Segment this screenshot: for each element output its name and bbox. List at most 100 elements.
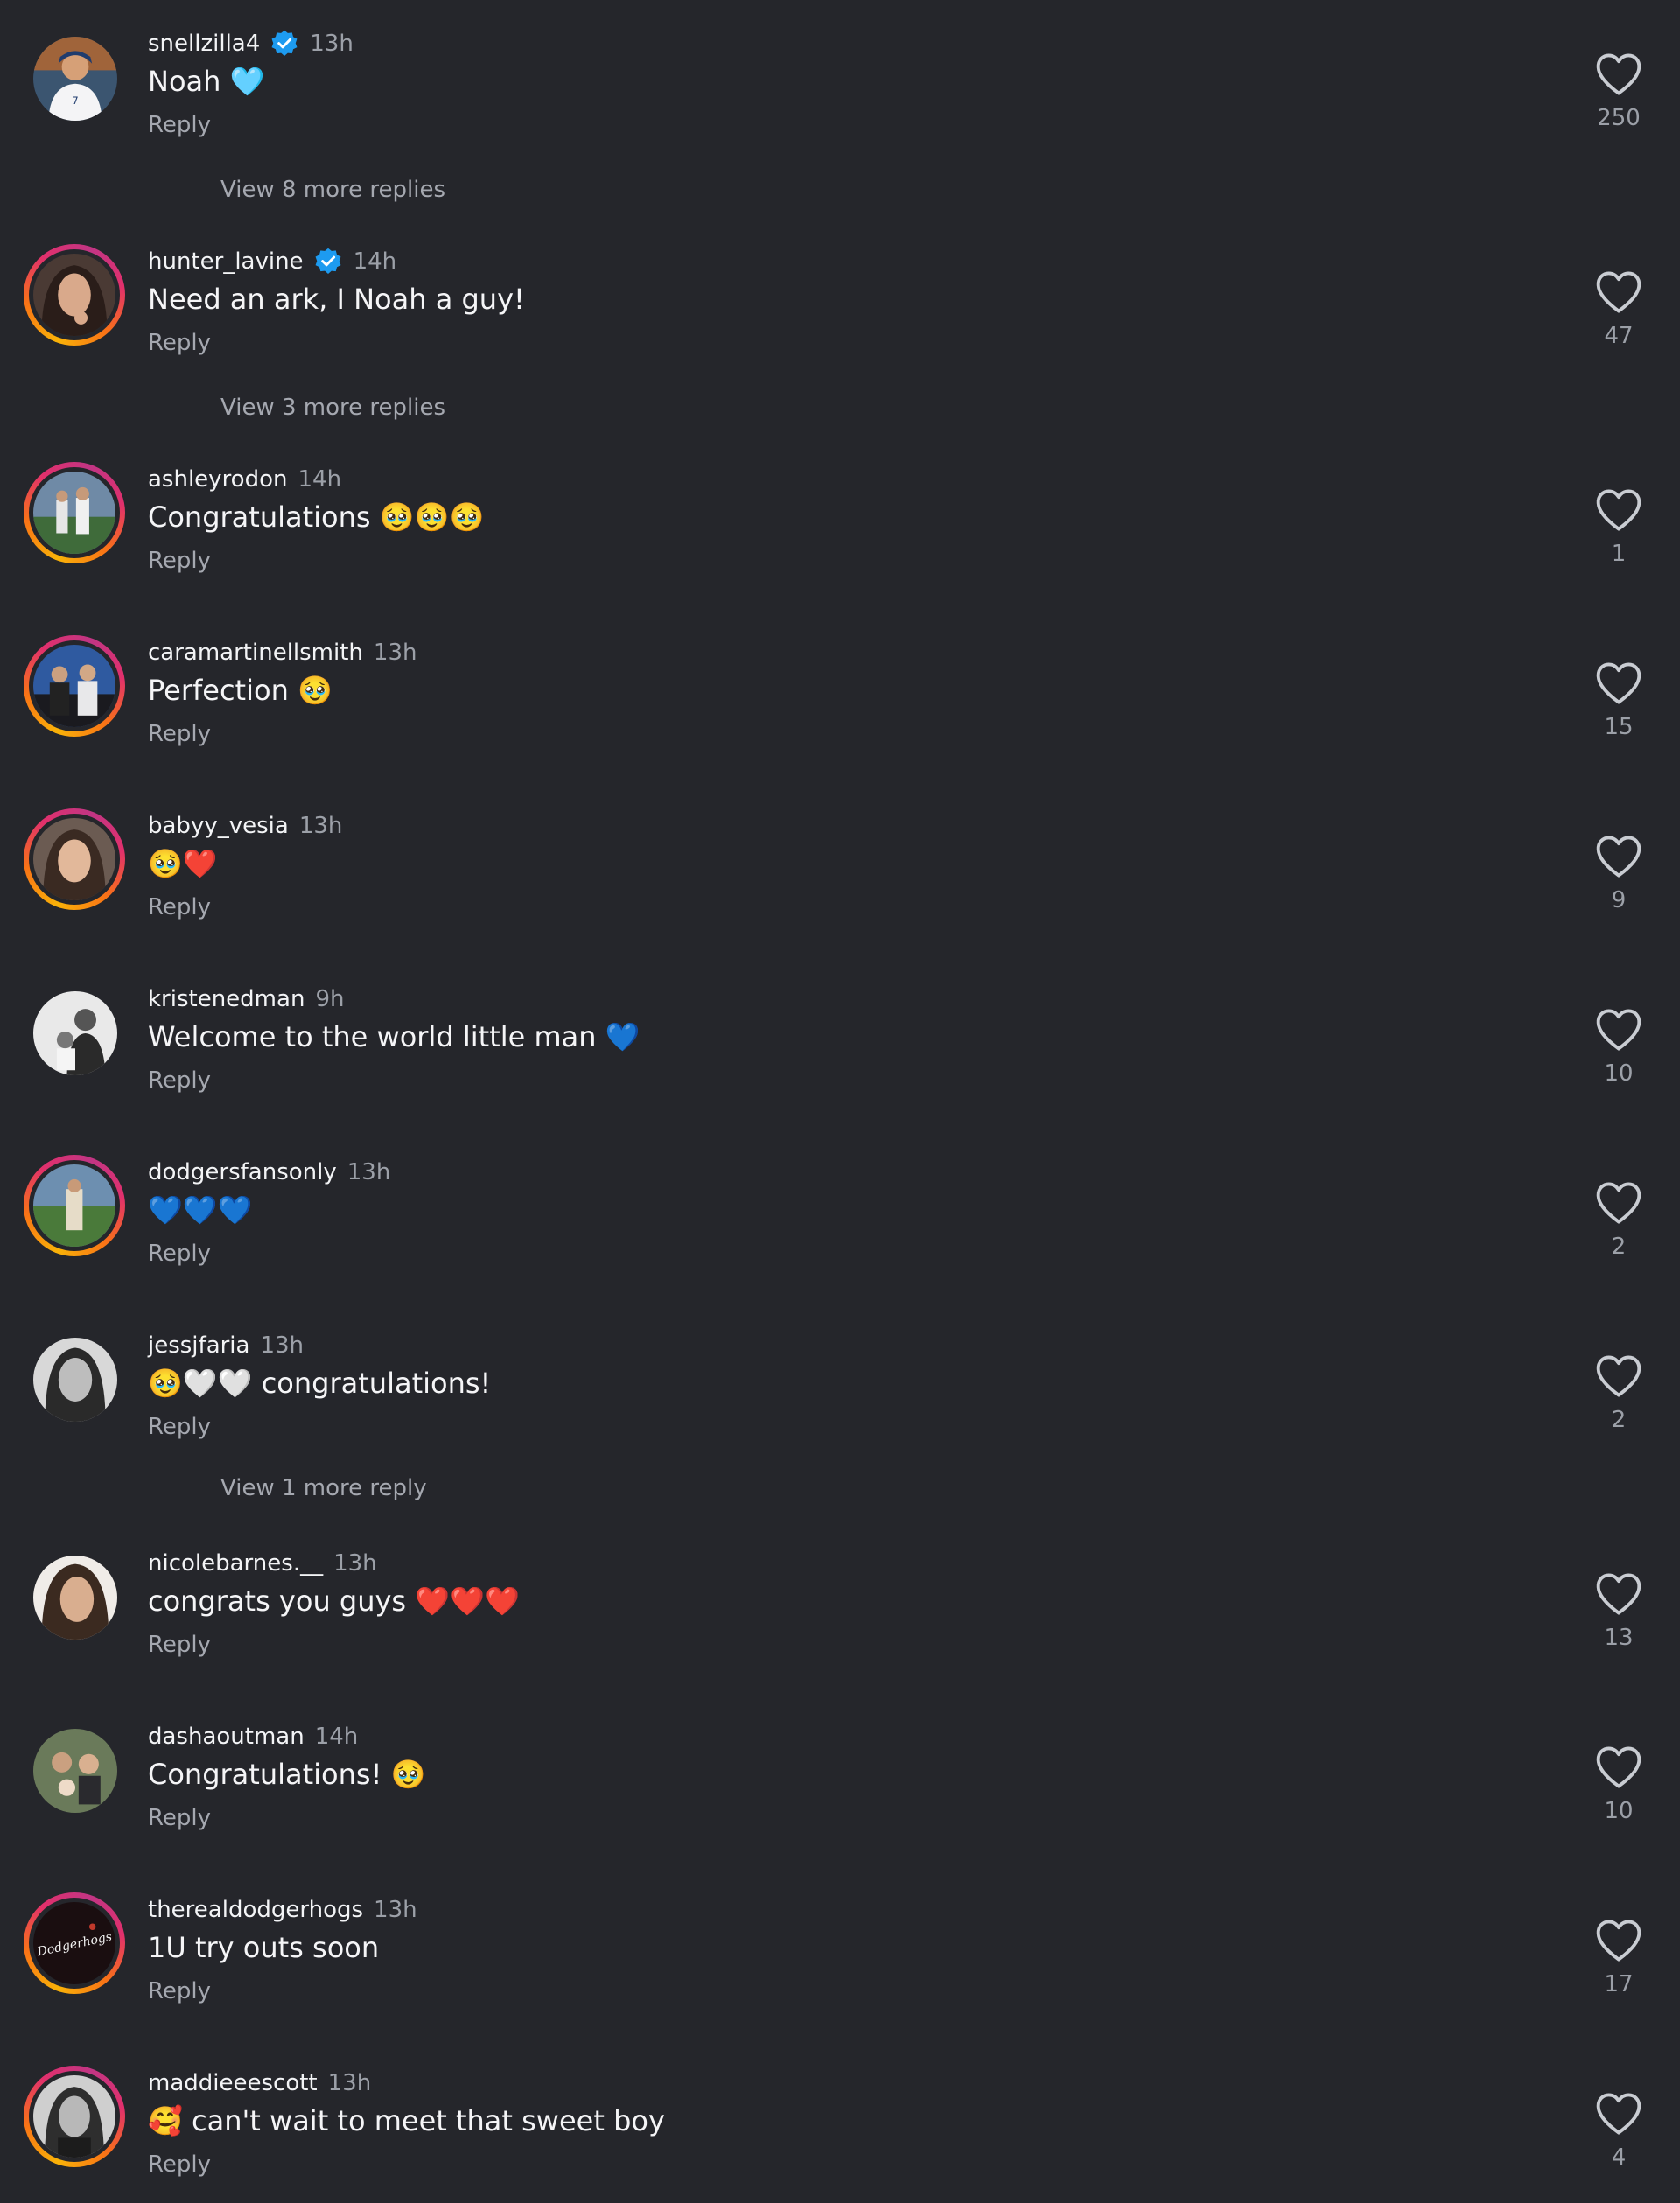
comment-text: Perfection 🥹: [148, 674, 332, 707]
comment-header: maddieeescott 13h: [148, 2066, 371, 2101]
avatar[interactable]: [24, 2066, 125, 2167]
comment-text: Congratulations 🥹🥹🥹: [148, 500, 485, 534]
comment-header: nicolebarnes.__ 13h: [148, 1546, 377, 1581]
comment-header: dodgersfansonly 13h: [148, 1155, 390, 1190]
heart-icon[interactable]: [1594, 1354, 1643, 1398]
avatar[interactable]: 7: [33, 37, 117, 121]
comment-item: jessjfaria 13h 🥹🤍🤍 congratulations! Repl…: [0, 1328, 1680, 1503]
heart-icon[interactable]: [1594, 835, 1643, 878]
verified-badge-icon: [270, 29, 299, 59]
username[interactable]: caramartinellsmith: [148, 640, 363, 666]
comment-item: nicolebarnes.__ 13h congrats you guys ❤️…: [0, 1546, 1680, 1677]
reply-button[interactable]: Reply: [148, 548, 211, 574]
username[interactable]: nicolebarnes.__: [148, 1550, 323, 1577]
heart-icon[interactable]: [1594, 488, 1643, 532]
timestamp: 13h: [260, 1332, 304, 1359]
timestamp: 13h: [374, 1897, 417, 1923]
timestamp: 13h: [333, 1550, 377, 1577]
like-count: 13: [1604, 1625, 1634, 1651]
username[interactable]: babyy_vesia: [148, 813, 289, 839]
view-more-replies-button[interactable]: View 1 more reply: [220, 1475, 427, 1501]
comment-header: ashleyrodon 14h: [148, 462, 341, 497]
comment-text: 💙💙💙: [148, 1193, 253, 1227]
timestamp: 13h: [298, 813, 343, 839]
username[interactable]: ashleyrodon: [148, 466, 287, 493]
avatar[interactable]: [24, 244, 125, 346]
like-count: 10: [1604, 1060, 1634, 1087]
comment-header: jessjfaria 13h: [148, 1328, 304, 1363]
reply-button[interactable]: Reply: [148, 2151, 211, 2178]
reply-button[interactable]: Reply: [148, 721, 211, 747]
like-count: 15: [1604, 714, 1634, 740]
heart-icon[interactable]: [1594, 1919, 1643, 1962]
comment-item: dashaoutman 14h Congratulations! 🥹 Reply…: [0, 1719, 1680, 1850]
reply-button[interactable]: Reply: [148, 1632, 211, 1658]
avatar[interactable]: [24, 635, 125, 737]
comment-header: kristenedman 9h: [148, 982, 344, 1017]
avatar[interactable]: [33, 1338, 117, 1422]
avatar[interactable]: [24, 462, 125, 563]
username[interactable]: hunter_lavine: [148, 248, 304, 275]
reply-button[interactable]: Reply: [148, 1067, 211, 1094]
username[interactable]: therealdodgerhogs: [148, 1897, 363, 1923]
comment-header: snellzilla4 13h: [148, 26, 354, 61]
username[interactable]: dodgersfansonly: [148, 1159, 337, 1185]
like-count: 2: [1611, 1407, 1627, 1433]
comment-item: babyy_vesia 13h 🥹❤️ Reply 9: [0, 808, 1680, 940]
heart-icon[interactable]: [1594, 661, 1643, 705]
timestamp: 13h: [310, 31, 354, 57]
avatar[interactable]: [24, 1155, 125, 1256]
like-count: 10: [1604, 1798, 1634, 1824]
timestamp: 13h: [373, 640, 417, 666]
svg-text:7: 7: [72, 94, 78, 107]
heart-icon[interactable]: [1594, 52, 1643, 96]
reply-button[interactable]: Reply: [148, 1978, 211, 2004]
username[interactable]: dashaoutman: [148, 1724, 304, 1750]
reply-button[interactable]: Reply: [148, 1241, 211, 1267]
username[interactable]: kristenedman: [148, 986, 304, 1012]
avatar[interactable]: [24, 808, 125, 910]
timestamp: 14h: [298, 466, 342, 493]
avatar[interactable]: [33, 991, 117, 1075]
avatar[interactable]: [33, 1556, 117, 1640]
username[interactable]: snellzilla4: [148, 31, 260, 57]
like-count: 47: [1604, 323, 1634, 349]
comment-text: Congratulations! 🥹: [148, 1758, 426, 1791]
like-count: 1: [1611, 541, 1627, 567]
username[interactable]: maddieeescott: [148, 2070, 318, 2096]
heart-icon[interactable]: [1594, 1745, 1643, 1789]
reply-button[interactable]: Reply: [148, 1805, 211, 1831]
comment-text: 🥹❤️: [148, 847, 218, 880]
username[interactable]: jessjfaria: [148, 1332, 249, 1359]
like-count: 4: [1611, 2144, 1627, 2171]
comment-item: dodgersfansonly 13h 💙💙💙 Reply 2: [0, 1155, 1680, 1286]
comment-text: 🥰 can't wait to meet that sweet boy: [148, 2104, 665, 2137]
comment-header: babyy_vesia 13h: [148, 808, 342, 843]
comment-item: ashleyrodon 14h Congratulations 🥹🥹🥹 Repl…: [0, 462, 1680, 593]
like-count: 9: [1611, 887, 1627, 913]
heart-icon[interactable]: [1594, 1181, 1643, 1225]
heart-icon[interactable]: [1594, 2092, 1643, 2136]
heart-icon[interactable]: [1594, 1008, 1643, 1052]
comment-header: hunter_lavine 14h: [148, 244, 396, 279]
reply-button[interactable]: Reply: [148, 1414, 211, 1440]
comment-header: dashaoutman 14h: [148, 1719, 358, 1754]
like-count: 2: [1611, 1234, 1627, 1260]
heart-icon[interactable]: [1594, 1572, 1643, 1616]
reply-button[interactable]: Reply: [148, 894, 211, 920]
verified-badge-icon: [313, 247, 343, 276]
avatar[interactable]: [33, 1729, 117, 1813]
comment-item: hunter_lavine 14h Need an ark, I Noah a …: [0, 244, 1680, 421]
comment-text: Welcome to the world little man 💙: [148, 1020, 640, 1053]
comment-item: kristenedman 9h Welcome to the world lit…: [0, 982, 1680, 1113]
like-count: 17: [1604, 1971, 1634, 1997]
reply-button[interactable]: Reply: [148, 330, 211, 356]
avatar[interactable]: Dodgerhogs: [24, 1892, 125, 1994]
view-more-replies-button[interactable]: View 3 more replies: [220, 395, 445, 421]
like-count: 250: [1597, 105, 1641, 131]
timestamp: 14h: [353, 248, 397, 275]
comment-item: 7 snellzilla4 13h Noah 🩵 Reply 250 View …: [0, 26, 1680, 203]
reply-button[interactable]: Reply: [148, 112, 211, 138]
view-more-replies-button[interactable]: View 8 more replies: [220, 177, 445, 203]
heart-icon[interactable]: [1594, 270, 1643, 314]
